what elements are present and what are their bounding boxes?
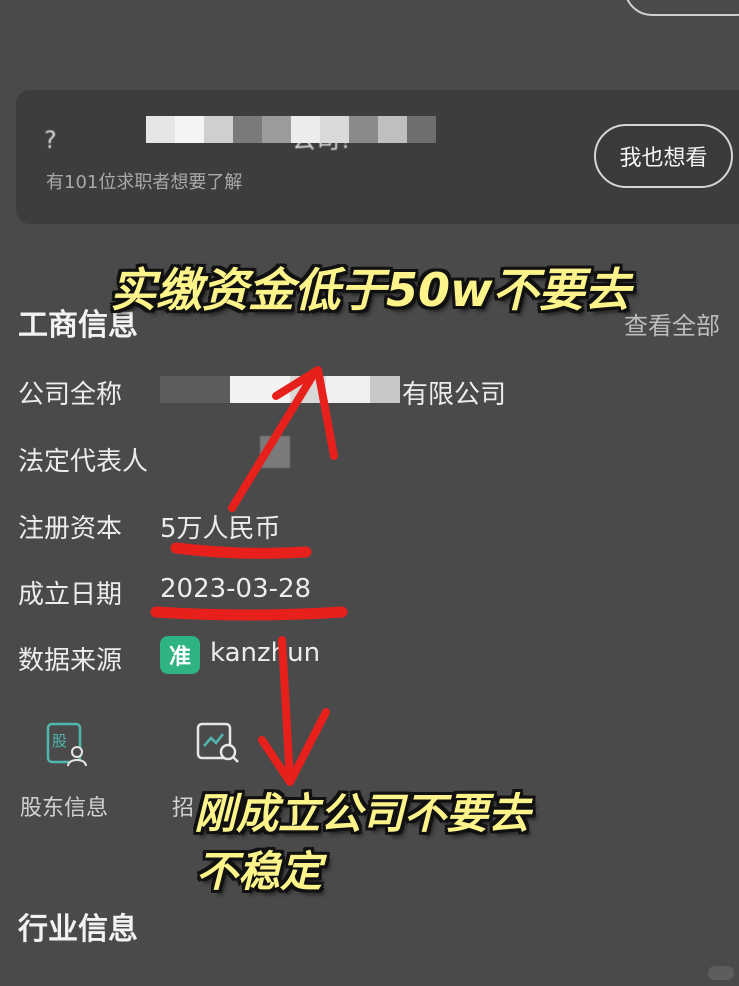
- shareholder-info-label[interactable]: 股东信息: [20, 790, 108, 822]
- top-action-pill[interactable]: [624, 0, 739, 16]
- row-label-legal-rep: 法定代表人: [18, 447, 149, 477]
- redaction-mosaic: [146, 116, 436, 143]
- promo-subtitle: 有101位求职者想要了解: [46, 172, 243, 193]
- shareholder-icon[interactable]: 股: [46, 722, 88, 768]
- registered-capital-value: 5万人民币: [160, 514, 281, 544]
- established-date-value: 2023-03-28: [160, 574, 312, 604]
- recruit-search-icon[interactable]: [196, 722, 239, 768]
- row-label-established-date: 成立日期: [18, 580, 123, 610]
- legal-rep-redaction: [260, 436, 290, 468]
- recruit-label[interactable]: 招: [172, 790, 194, 822]
- row-label-registered-capital: 注册资本: [18, 514, 123, 544]
- data-source-value: kanzhun: [210, 638, 321, 668]
- kanzhun-logo-icon: 准: [160, 636, 200, 674]
- row-label-company-name: 公司全称: [18, 380, 123, 410]
- view-all-link[interactable]: 查看全部: [624, 306, 720, 341]
- industry-info-title: 行业信息: [18, 912, 138, 947]
- annotation-top-text: 实缴资金低于50w不要去: [110, 263, 631, 317]
- promo-question-prefix: ?: [44, 126, 57, 154]
- watermark-badge: [708, 966, 734, 980]
- shareholder-icon-glyph: 股: [52, 732, 67, 750]
- company-full-name-value: 有限公司: [402, 380, 507, 410]
- redaction-mosaic: [160, 376, 400, 403]
- arrow-down-head: [258, 708, 330, 786]
- capital-underline: [170, 542, 312, 559]
- row-label-data-source: 数据来源: [18, 646, 123, 676]
- date-underline: [150, 606, 348, 621]
- annotation-bottom-line2: 不稳定: [196, 847, 323, 896]
- want-to-see-button[interactable]: 我也想看: [594, 124, 733, 188]
- annotation-bottom-line1: 刚成立公司不要去: [194, 789, 531, 838]
